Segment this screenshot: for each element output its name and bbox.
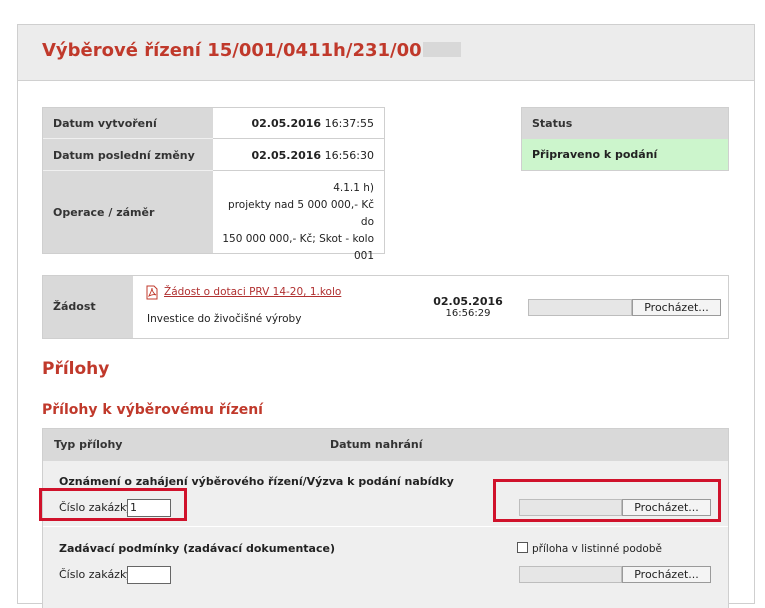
application-browse-button[interactable]: Procházet... [632,299,721,316]
pdf-icon [145,285,159,303]
highlight-browse [493,479,721,522]
attachment-name: Oznámení o zahájení výběrového řízení/Vý… [59,475,454,488]
attachments-subtitle: Přílohy k výběrovému řízení [42,402,263,418]
operation-value: 4.1.1 h) projekty nad 5 000 000,- Kč do … [222,182,374,262]
col-type-header: Typ přílohy [54,438,123,451]
operation-value-cell: 4.1.1 h) projekty nad 5 000 000,- Kč do … [213,171,384,262]
application-description: Investice do živočišné výroby [147,313,302,325]
modified-time: 16:56:30 [324,149,374,162]
status-label-cell: Status [522,108,728,139]
attachment-name: Zadávací podmínky (zadávací dokumentace) [59,542,335,555]
created-value-cell: 02.05.2016 16:37:55 [213,108,384,139]
modified-label: Datum poslední změny [53,149,195,162]
operation-label-cell: Operace / záměr [43,171,213,253]
created-date: 02.05.2016 [251,117,322,130]
highlight-order-number [39,488,187,521]
modified-label-cell: Datum poslední změny [43,139,213,171]
attachments-title: Přílohy [42,359,110,379]
paper-attachment-checkbox[interactable] [517,542,528,553]
status-label: Status [532,117,573,130]
status-box: Status Připraveno k podání [521,107,729,171]
attachments-header-row: Typ přílohy Datum nahrání [43,429,728,461]
application-label-cell: Žádost [43,276,133,338]
order-number-label: Číslo zakázky: [59,568,136,581]
modified-value-cell: 02.05.2016 16:56:30 [213,139,384,171]
application-row: Žádost Žádost o dotaci PRV 14-20, 1.kolo… [42,275,729,339]
attachment-row: Zadávací podmínky (zadávací dokumentace)… [43,528,728,608]
application-date: 02.05.2016 16:56:29 [433,295,503,320]
info-table: Datum vytvoření 02.05.2016 16:37:55 Datu… [42,107,385,262]
redacted-block [422,42,461,57]
status-value-cell: Připraveno k podání [522,139,728,170]
operation-label: Operace / záměr [53,206,155,219]
created-time: 16:37:55 [324,117,374,130]
col-date-header: Datum nahrání [330,438,423,451]
order-number-input[interactable] [127,566,171,584]
application-file-field[interactable] [528,299,632,316]
page-header: Výběrové řízení 15/001/0411h/231/00 [18,25,754,81]
application-link[interactable]: Žádost o dotaci PRV 14-20, 1.kolo [164,286,341,298]
created-label: Datum vytvoření [53,117,157,130]
attachment-file-field[interactable] [519,566,622,583]
attachment-browse-button[interactable]: Procházet... [622,566,711,583]
application-content: Žádost o dotaci PRV 14-20, 1.kolo Invest… [133,276,728,338]
page-title: Výběrové řízení 15/001/0411h/231/00 [42,40,461,61]
created-label-cell: Datum vytvoření [43,108,213,139]
paper-attachment-label: příloha v listinné podobě [532,543,662,555]
status-value: Připraveno k podání [532,148,658,161]
application-label: Žádost [53,300,96,313]
modified-date: 02.05.2016 [251,149,322,162]
